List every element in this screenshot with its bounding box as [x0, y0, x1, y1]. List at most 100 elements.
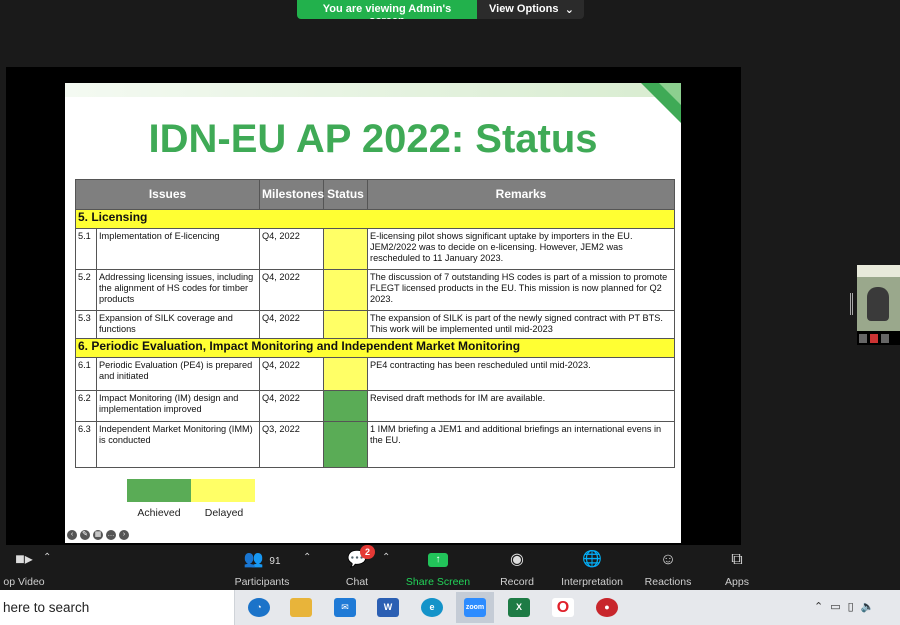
- legend-delayed-swatch: [191, 479, 255, 502]
- more-icon[interactable]: …: [106, 530, 116, 540]
- presentation-slide: IDN-EU AP 2022: Status Issues Milestones…: [65, 83, 681, 543]
- chat-label: Chat: [345, 576, 369, 588]
- viewing-notice: You are viewing Admin's screen: [297, 0, 477, 19]
- outlook-app[interactable]: ◔: [240, 592, 278, 623]
- header-milestones: Milestones: [259, 179, 324, 210]
- apps-button[interactable]: ⧉ Apps: [720, 545, 754, 590]
- row-number: 6.1: [75, 357, 97, 391]
- shared-screen-area: IDN-EU AP 2022: Status Issues Milestones…: [6, 67, 741, 545]
- section-title: 6. Periodic Evaluation, Impact Monitorin…: [74, 338, 676, 358]
- opera-icon: O: [552, 598, 574, 617]
- screen-share-banner: You are viewing Admin's screen View Opti…: [297, 0, 584, 19]
- row-remarks: PE4 contracting has been rescheduled unt…: [367, 357, 676, 391]
- mail-app[interactable]: ✉: [326, 592, 364, 623]
- row-issue: Impact Monitoring (IM) design and implem…: [95, 390, 261, 422]
- mail-icon: ✉: [334, 598, 356, 617]
- volume-icon[interactable]: 🔈: [861, 600, 875, 613]
- slide-header-bar: [65, 83, 681, 97]
- previous-slide-icon[interactable]: ‹: [67, 530, 77, 540]
- row-status-delayed: [323, 310, 369, 339]
- participant-video-thumbnail[interactable]: [857, 265, 900, 345]
- row-remarks: The expansion of SILK is part of the new…: [367, 310, 676, 339]
- network-icon[interactable]: ▭: [830, 600, 840, 613]
- pen-icon[interactable]: ✎: [80, 530, 90, 540]
- table-row: 5.3 Expansion of SILK coverage and funct…: [75, 310, 676, 339]
- row-milestone: Q4, 2022: [259, 310, 325, 339]
- globe-icon: 🌐: [582, 551, 602, 568]
- taskbar-search-input[interactable]: here to search: [0, 590, 235, 625]
- word-app[interactable]: W: [369, 592, 407, 623]
- app-icon: ●: [596, 598, 618, 617]
- system-tray: ⌃ ▭ ▯ 🔈: [814, 600, 874, 613]
- table-row: 5.1 Implementation of E-licencing Q4, 20…: [75, 228, 676, 270]
- zoom-app[interactable]: zoom: [456, 592, 494, 623]
- header-remarks: Remarks: [367, 179, 676, 210]
- legend-achieved-swatch: [127, 479, 191, 502]
- zoom-icon: zoom: [464, 598, 486, 617]
- legend-delayed-label: Delayed: [204, 507, 244, 519]
- row-remarks: The discussion of 7 outstanding HS codes…: [367, 269, 676, 311]
- next-slide-icon[interactable]: ›: [119, 530, 129, 540]
- row-status-achieved: [323, 421, 369, 468]
- resize-handle[interactable]: [850, 293, 853, 315]
- stop-video-label: op Video: [3, 576, 45, 588]
- table-header-row: Issues Milestones Status Remarks: [74, 179, 676, 210]
- interpretation-label: Interpretation: [561, 576, 623, 588]
- record-button[interactable]: ◉ Record: [495, 545, 539, 590]
- participants-button[interactable]: 👥 91 Participants: [228, 545, 296, 590]
- table-row: 6.3 Independent Market Monitoring (IMM) …: [75, 421, 676, 468]
- status-table: Issues Milestones Status Remarks 5. Lice…: [74, 179, 676, 468]
- interpretation-button[interactable]: 🌐 Interpretation: [555, 545, 629, 590]
- chevron-up-icon[interactable]: ⌃: [814, 600, 823, 613]
- share-screen-button[interactable]: ↑ Share Screen: [403, 545, 473, 590]
- row-milestone: Q4, 2022: [259, 357, 325, 391]
- row-milestone: Q4, 2022: [259, 390, 325, 422]
- apps-label: Apps: [725, 576, 749, 588]
- slide-title: IDN-EU AP 2022: Status: [148, 117, 598, 161]
- row-number: 5.2: [75, 269, 97, 311]
- slide-controls: ‹ ✎ ▦ … ›: [67, 530, 129, 540]
- excel-icon: X: [508, 598, 530, 617]
- more-icon: [881, 333, 889, 343]
- outlook-icon: ◔: [248, 598, 270, 617]
- file-explorer-icon: [290, 598, 312, 617]
- opera-app[interactable]: O: [544, 592, 582, 623]
- chat-options-chevron-icon[interactable]: ⌃: [382, 552, 390, 563]
- other-app[interactable]: ●: [588, 592, 626, 623]
- row-remarks: Revised draft methods for IM are availab…: [367, 390, 676, 422]
- view-options-button[interactable]: View Options ⌄: [477, 0, 584, 19]
- stop-video-button[interactable]: ■▸ op Video: [0, 545, 48, 590]
- share-screen-label: Share Screen: [405, 576, 471, 588]
- participants-options-chevron-icon[interactable]: ⌃: [303, 552, 311, 563]
- edge-icon: e: [421, 598, 443, 617]
- edge-app[interactable]: e: [413, 592, 451, 623]
- thumbnail-header: [857, 265, 900, 277]
- chevron-down-icon: ⌄: [564, 4, 574, 16]
- thumbnail-status-bar: [857, 331, 900, 345]
- row-status-delayed: [323, 269, 369, 311]
- file-explorer-app[interactable]: [282, 592, 320, 623]
- row-remarks: 1 IMM briefing a JEM1 and additional bri…: [367, 421, 676, 468]
- meeting-toolbar: ■▸ op Video ⌃ 👥 91 Participants ⌃ 💬 Chat …: [0, 545, 900, 590]
- excel-app[interactable]: X: [500, 592, 538, 623]
- row-milestone: Q4, 2022: [259, 228, 325, 270]
- smiley-icon: ☺: [659, 551, 677, 568]
- video-options-chevron-icon[interactable]: ⌃: [43, 552, 51, 563]
- record-label: Record: [500, 576, 534, 588]
- table-row: 5.2 Addressing licensing issues, includi…: [75, 269, 676, 311]
- reactions-button[interactable]: ☺ Reactions: [642, 545, 694, 590]
- battery-icon[interactable]: ▯: [848, 600, 854, 613]
- section-row: 6. Periodic Evaluation, Impact Monitorin…: [74, 338, 676, 358]
- record-icon: ◉: [510, 551, 524, 568]
- slides-icon[interactable]: ▦: [93, 530, 103, 540]
- row-number: 5.1: [75, 228, 97, 270]
- participants-icon: 👥 91: [243, 551, 281, 568]
- table-row: 6.1 Periodic Evaluation (PE4) is prepare…: [75, 357, 676, 391]
- word-icon: W: [377, 598, 399, 617]
- participants-count: 91: [269, 556, 281, 567]
- row-issue: Periodic Evaluation (PE4) is prepared an…: [95, 357, 261, 391]
- row-issue: Implementation of E-licencing: [95, 228, 261, 270]
- row-status-delayed: [323, 357, 369, 391]
- table-row: 6.2 Impact Monitoring (IM) design and im…: [75, 390, 676, 422]
- row-issue: Independent Market Monitoring (IMM) is c…: [95, 421, 261, 468]
